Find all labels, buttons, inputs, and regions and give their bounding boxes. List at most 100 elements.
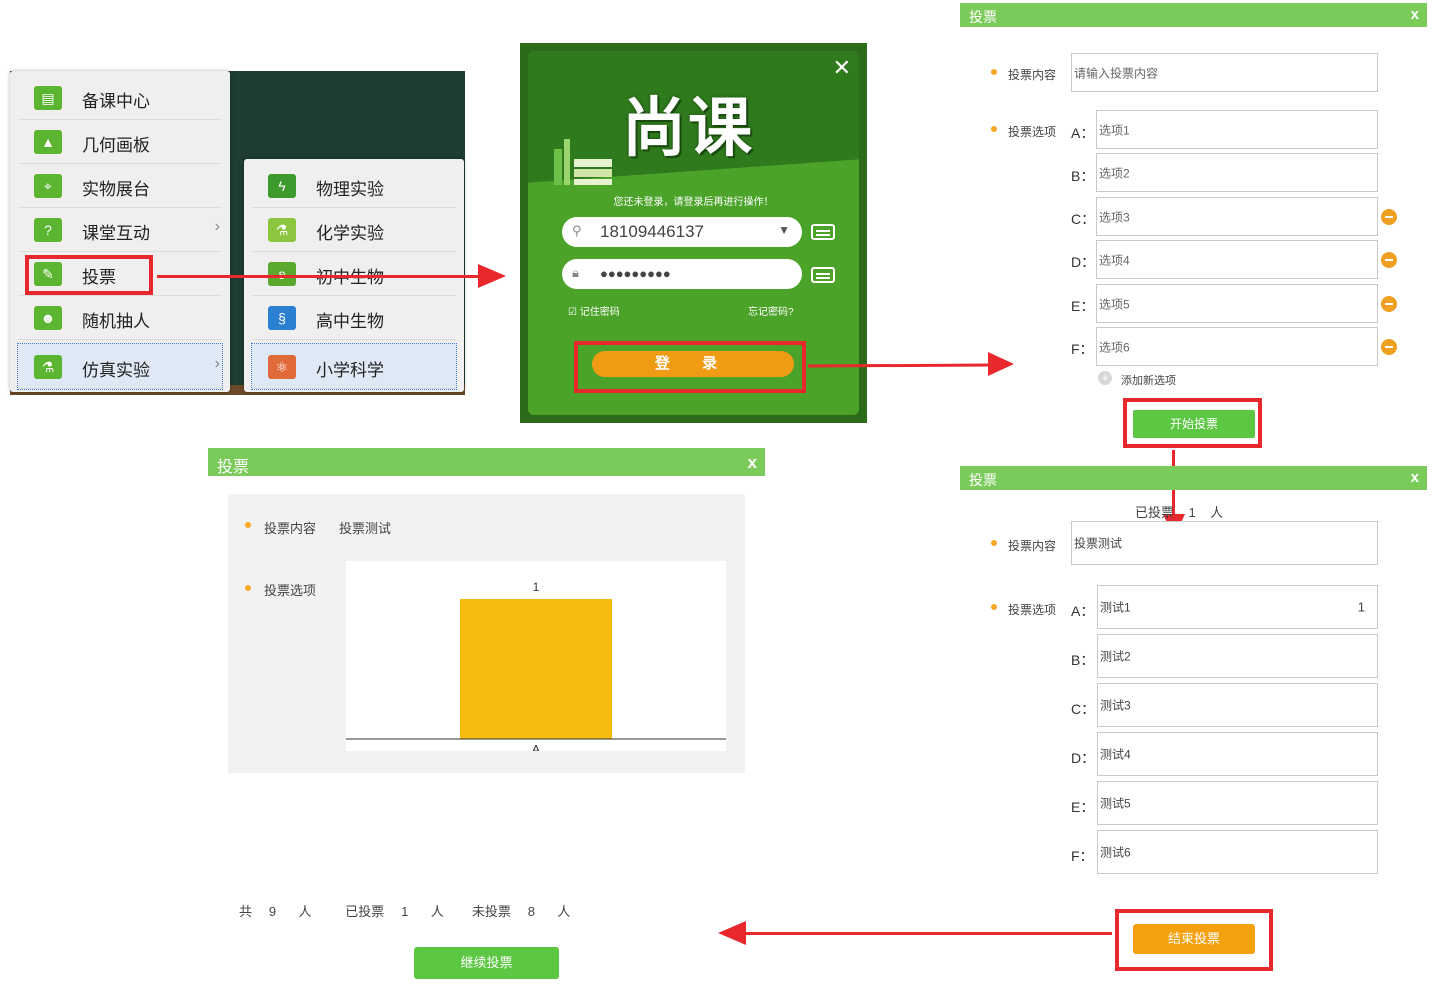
arrow-line — [157, 275, 482, 278]
option-input[interactable]: 选项6 — [1096, 327, 1378, 366]
add-option-icon[interactable]: + — [1098, 371, 1112, 385]
vote-content-input[interactable]: 请输入投票内容 — [1071, 53, 1378, 92]
bar-A — [460, 599, 612, 739]
bullet-icon — [991, 604, 997, 610]
option-letter: B： — [1071, 168, 1095, 184]
lab-icon: ⚗ — [34, 355, 62, 379]
options-label: 投票选项 — [1008, 603, 1057, 617]
dropdown-arrow-icon[interactable]: ▼ — [778, 223, 790, 237]
options-label: 投票选项 — [1008, 125, 1057, 139]
menu-item-random-pick[interactable]: ☻ 随机抽人 — [18, 295, 222, 340]
vote-create-titlebar: 投票 x — [960, 3, 1427, 27]
highlight-end-button — [1115, 909, 1273, 971]
submenu-item-physics[interactable]: ϟ 物理实验 — [252, 163, 456, 208]
keyboard-icon[interactable] — [811, 224, 835, 240]
arrow-head-icon — [478, 264, 506, 288]
forgot-password-link[interactable]: 忘记密码? — [748, 303, 794, 318]
books-illustration-icon — [554, 139, 612, 185]
bullet-icon — [245, 522, 251, 528]
arrow-head-icon — [988, 352, 1014, 376]
option-count: 1 — [1357, 599, 1365, 615]
vote-summary: 共 9 人 已投票 1 人 未投票 8 人 — [239, 904, 571, 919]
content-label: 投票内容 — [1008, 68, 1057, 82]
close-icon[interactable]: x — [1411, 6, 1419, 23]
username-field[interactable]: ⚲ 18109446137 ▼ — [562, 217, 802, 247]
people-icon: ☻ — [34, 306, 62, 330]
option-input[interactable]: 选项4 — [1096, 240, 1378, 279]
remove-option-icon[interactable] — [1381, 209, 1397, 225]
option-letter: A： — [1071, 603, 1095, 619]
close-icon[interactable]: x — [748, 453, 757, 473]
menu-item-interaction[interactable]: ? 课堂互动 › — [18, 207, 222, 252]
submenu-item-senior-biology[interactable]: § 高中生物 — [252, 295, 456, 340]
content-label: 投票内容 — [264, 521, 317, 536]
geometry-icon: ▲ — [34, 130, 62, 154]
remove-option-icon[interactable] — [1381, 296, 1397, 312]
option-letter: A： — [1071, 125, 1095, 141]
bullet-icon — [991, 69, 997, 75]
chevron-right-icon: › — [214, 218, 220, 235]
atom-icon: ⚛ — [268, 355, 296, 379]
remember-password-checkbox[interactable]: ☑ 记住密码 — [568, 303, 620, 318]
option-input[interactable]: 选项1 — [1096, 110, 1378, 149]
highlight-login-button — [574, 341, 806, 393]
bullet-icon — [991, 126, 997, 132]
flask-icon: ⚗ — [268, 218, 296, 242]
options-label: 投票选项 — [264, 583, 317, 598]
option-letter: C： — [1071, 211, 1096, 227]
dialog-title: 投票 — [217, 459, 250, 476]
remove-option-icon[interactable] — [1381, 252, 1397, 268]
lightning-icon: ϟ — [268, 174, 296, 198]
projector-icon: ⌖ — [34, 174, 62, 198]
keyboard-icon[interactable] — [811, 267, 835, 283]
continue-vote-button[interactable]: 继续投票 — [414, 947, 559, 979]
arrow-head-icon — [718, 921, 746, 945]
dialog-title: 投票 — [969, 472, 997, 488]
option-letter: F： — [1071, 848, 1094, 864]
content-value: 投票测试 — [339, 521, 392, 536]
remove-option-icon[interactable] — [1381, 339, 1397, 355]
highlight-vote-menu — [25, 255, 153, 295]
menu-item-geometry[interactable]: ▲ 几何画板 — [18, 119, 222, 164]
option-input[interactable]: 选项3 — [1096, 197, 1378, 236]
arrow-line — [807, 363, 995, 368]
menu-item-prep-center[interactable]: ▤ 备课中心 — [18, 75, 222, 120]
submenu-item-chemistry[interactable]: ⚗ 化学实验 — [252, 207, 456, 252]
menu-item-simulation[interactable]: ⚗ 仿真实验 › — [17, 343, 223, 390]
option-letter: E： — [1071, 799, 1095, 815]
interact-icon: ? — [34, 218, 62, 242]
dna-icon: § — [268, 306, 296, 330]
result-bar-chart: 1A — [346, 580, 726, 757]
option-input[interactable]: 选项2 — [1096, 153, 1378, 192]
login-message: 您还未登录，请登录后再进行操作！ — [613, 197, 774, 208]
highlight-start-button — [1123, 398, 1262, 448]
add-option-link[interactable]: 添加新选项 — [1121, 372, 1176, 388]
option-row: 测试3 — [1097, 683, 1378, 727]
vote-result-titlebar: 投票 x — [208, 448, 765, 476]
option-letter: D： — [1071, 750, 1096, 766]
password-field[interactable]: 🔒︎ ●●●●●●●●● — [562, 259, 802, 289]
close-icon[interactable]: x — [1411, 469, 1419, 486]
option-row: 测试6 — [1097, 830, 1378, 874]
option-row: 测试1 1 — [1097, 585, 1378, 629]
login-logo: 尚课 — [622, 92, 754, 164]
option-letter: C： — [1071, 701, 1096, 717]
option-row: 测试2 — [1097, 634, 1378, 678]
user-icon: ⚲ — [572, 223, 582, 238]
option-input[interactable]: 选项5 — [1096, 284, 1378, 323]
dialog-title: 投票 — [969, 9, 997, 25]
menu-item-projector[interactable]: ⌖ 实物展台 — [18, 163, 222, 208]
submenu-item-junior-biology[interactable]: ʚ 初中生物 — [252, 251, 456, 296]
content-label: 投票内容 — [1008, 539, 1057, 553]
book-icon: ▤ — [34, 86, 62, 110]
main-menu: ▤ 备课中心 ▲ 几何画板 ⌖ 实物展台 ? 课堂互动 › ✎ 投票 ☻ 随机抽… — [10, 71, 230, 392]
result-chart-area: 1A — [346, 561, 726, 757]
option-letter: B： — [1071, 652, 1095, 668]
vote-content-field: 投票测试 — [1071, 521, 1378, 565]
bullet-icon — [245, 585, 251, 591]
option-letter: D： — [1071, 254, 1096, 270]
option-letter: F： — [1071, 341, 1094, 357]
close-icon[interactable]: ✕ — [833, 55, 851, 81]
submenu-item-primary-science[interactable]: ⚛ 小学科学 — [251, 343, 457, 390]
lock-icon: 🔒︎ — [572, 265, 579, 280]
